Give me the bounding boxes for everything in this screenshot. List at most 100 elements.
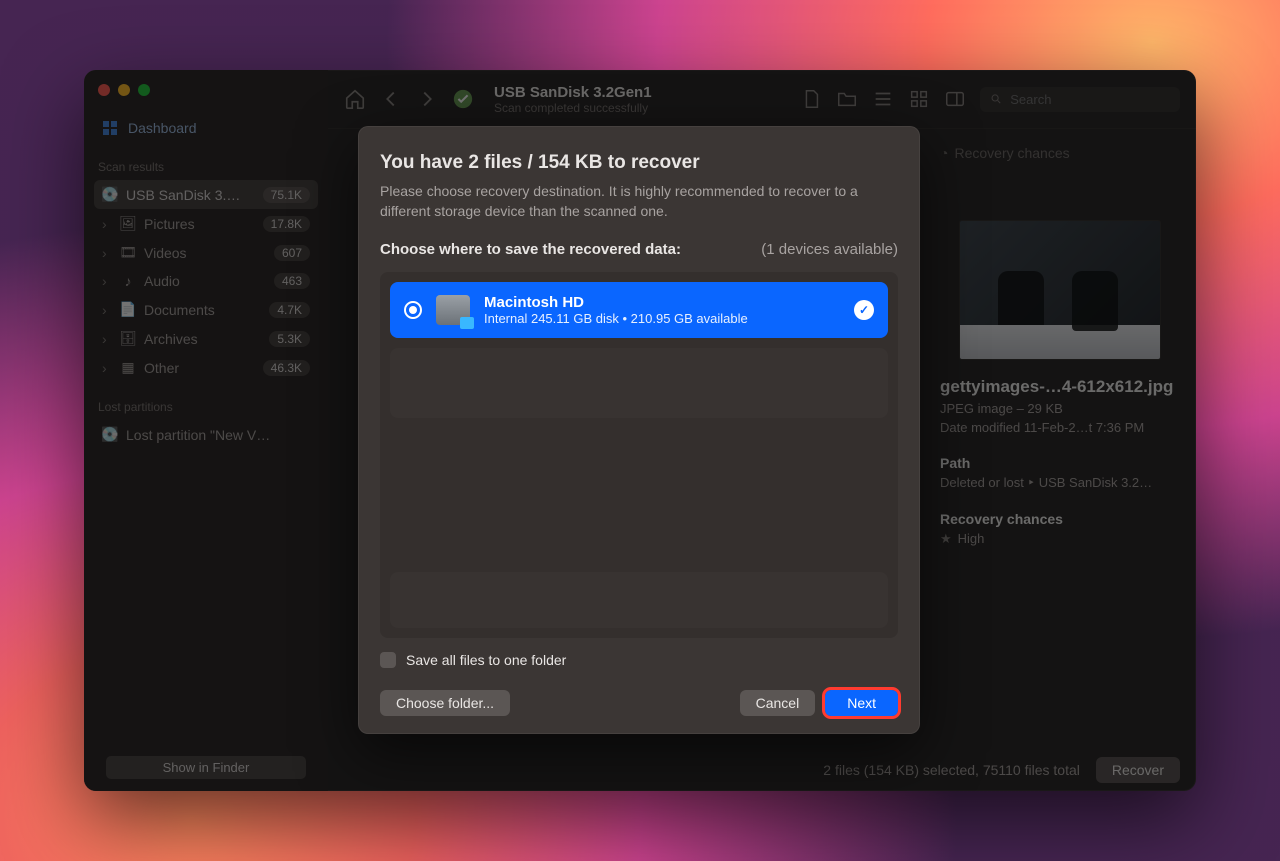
next-button[interactable]: Next xyxy=(825,690,898,716)
folder-icon[interactable] xyxy=(836,88,858,110)
inspector-meta2: Date modified 11-Feb-2…t 7:36 PM xyxy=(940,420,1180,435)
sidebar-item-pictures[interactable]: › 🖼 Pictures 17.8K xyxy=(94,209,318,238)
sidebar-item-label: USB SanDisk 3.… xyxy=(126,187,255,203)
sidebar-item-count: 5.3K xyxy=(269,331,310,347)
chevron-right-icon: › xyxy=(102,216,112,232)
gauge-icon: ◔ xyxy=(940,145,948,161)
sidebar-item-usb[interactable]: 💽 USB SanDisk 3.… 75.1K xyxy=(94,180,318,209)
chevron-right-icon: › xyxy=(102,331,112,347)
sidebar-item-label: Archives xyxy=(144,331,261,347)
choose-label: Choose where to save the recovered data: xyxy=(380,241,681,258)
status-bar: 2 files (154 KB) selected, 75110 files t… xyxy=(328,749,1196,791)
pictures-icon: 🖼 xyxy=(120,215,136,232)
zoom-window[interactable] xyxy=(138,84,150,96)
status-ok-icon xyxy=(452,88,474,110)
sidebar-item-archives[interactable]: › 🗄 Archives 5.3K xyxy=(94,324,318,353)
videos-icon: 🎞 xyxy=(120,244,136,261)
minimize-window[interactable] xyxy=(118,84,130,96)
nav-forward-icon[interactable] xyxy=(416,88,438,110)
sidebar-item-label: Pictures xyxy=(144,216,255,232)
chances-text: High xyxy=(958,531,985,546)
radio-selected[interactable] xyxy=(404,301,422,319)
audio-icon: ♪ xyxy=(120,273,136,289)
inspector-path-value: Deleted or lost ‣ USB SanDisk 3.2… xyxy=(940,475,1180,491)
tab-recovery-chances[interactable]: ◔ Recovery chances xyxy=(940,145,1070,161)
sidebar-item-count: 75.1K xyxy=(263,187,310,203)
nav-back-icon[interactable] xyxy=(380,88,402,110)
choose-folder-button[interactable]: Choose folder... xyxy=(380,690,510,716)
sidebar-item-videos[interactable]: › 🎞 Videos 607 xyxy=(94,238,318,267)
checkbox-label: Save all files to one folder xyxy=(406,652,566,668)
list-view-icon[interactable] xyxy=(872,88,894,110)
inspector-chances-value: ★ High xyxy=(940,531,1180,547)
sidebar-item-count: 463 xyxy=(274,273,310,289)
search-input[interactable] xyxy=(1008,91,1170,108)
sidebar-footer: Show in Finder xyxy=(94,756,318,779)
checkmark-icon: ✓ xyxy=(854,300,874,320)
grid-icon xyxy=(102,120,118,136)
sidebar-item-lost-partition[interactable]: 💽 Lost partition "New V… xyxy=(94,420,318,449)
sidebar-item-count: 4.7K xyxy=(269,302,310,318)
chevron-right-icon: › xyxy=(102,273,112,289)
toolbar-title-block: USB SanDisk 3.2Gen1 Scan completed succe… xyxy=(494,84,694,115)
drive-icon: 💽 xyxy=(102,186,118,203)
section-scan-results: Scan results xyxy=(98,160,314,174)
sidebar-item-audio[interactable]: › ♪ Audio 463 xyxy=(94,267,318,295)
close-window[interactable] xyxy=(98,84,110,96)
sidebar: Dashboard Scan results 💽 USB SanDisk 3.…… xyxy=(84,70,328,791)
star-icon: ★ xyxy=(940,531,952,546)
disk-icon xyxy=(436,295,470,325)
destination-macintosh-hd[interactable]: Macintosh HD Internal 245.11 GB disk • 2… xyxy=(390,282,888,338)
documents-icon: 📄 xyxy=(120,301,136,318)
cancel-button[interactable]: Cancel xyxy=(740,690,816,716)
dialog-subtitle: Please choose recovery destination. It i… xyxy=(380,182,898,221)
drive-icon: 💽 xyxy=(102,426,118,443)
destination-placeholder xyxy=(390,348,888,418)
sidebar-item-other[interactable]: › ▦ Other 46.3K xyxy=(94,353,318,382)
grid-view-icon[interactable] xyxy=(908,88,930,110)
chevron-right-icon: › xyxy=(102,302,112,318)
home-icon[interactable] xyxy=(344,88,366,110)
save-to-one-folder-checkbox[interactable]: Save all files to one folder xyxy=(380,652,898,668)
sidebar-item-label: Audio xyxy=(144,273,266,289)
checkbox-icon xyxy=(380,652,396,668)
destination-list: Macintosh HD Internal 245.11 GB disk • 2… xyxy=(380,272,898,638)
sidebar-dashboard[interactable]: Dashboard xyxy=(94,114,318,142)
sidebar-item-label: Other xyxy=(144,360,255,376)
toolbar-title: USB SanDisk 3.2Gen1 xyxy=(494,84,694,101)
dialog-title: You have 2 files / 154 KB to recover xyxy=(380,152,898,174)
dialog-buttons: Choose folder... Cancel Next xyxy=(380,690,898,716)
destination-name: Macintosh HD xyxy=(484,294,840,311)
toolbar-subtitle: Scan completed successfully xyxy=(494,101,694,115)
show-in-finder-button[interactable]: Show in Finder xyxy=(106,756,306,779)
sidebar-item-count: 46.3K xyxy=(263,360,310,376)
app-window: Dashboard Scan results 💽 USB SanDisk 3.…… xyxy=(84,70,1196,791)
sidebar-item-label: Videos xyxy=(144,245,266,261)
dashboard-label: Dashboard xyxy=(128,120,197,136)
inspector-filename: gettyimages-…4-612x612.jpg xyxy=(940,377,1180,397)
inspector-path-label: Path xyxy=(940,455,1180,471)
new-doc-icon[interactable] xyxy=(800,88,822,110)
toolbar: USB SanDisk 3.2Gen1 Scan completed succe… xyxy=(328,70,1196,129)
section-lost-partitions: Lost partitions xyxy=(98,400,314,414)
search-field[interactable] xyxy=(980,87,1180,112)
inspector-chances-label: Recovery chances xyxy=(940,511,1180,527)
sidebar-item-documents[interactable]: › 📄 Documents 4.7K xyxy=(94,295,318,324)
tab-label: Recovery chances xyxy=(954,145,1069,161)
chevron-right-icon: › xyxy=(102,360,112,376)
other-icon: ▦ xyxy=(120,359,136,376)
search-icon xyxy=(990,92,1002,106)
sidebar-toggle-icon[interactable] xyxy=(944,88,966,110)
status-summary: 2 files (154 KB) selected, 75110 files t… xyxy=(823,762,1080,778)
chevron-right-icon: › xyxy=(102,245,112,261)
inspector-meta1: JPEG image – 29 KB xyxy=(940,401,1180,416)
file-thumbnail xyxy=(960,221,1160,359)
inspector-panel: ◔ Recovery chances gettyimages-…4-612x61… xyxy=(924,129,1196,791)
archives-icon: 🗄 xyxy=(120,330,136,347)
recovery-destination-dialog: You have 2 files / 154 KB to recover Ple… xyxy=(358,126,920,734)
sidebar-item-count: 607 xyxy=(274,245,310,261)
destination-placeholder xyxy=(390,572,888,628)
sidebar-item-label: Lost partition "New V… xyxy=(126,427,310,443)
sidebar-item-label: Documents xyxy=(144,302,261,318)
recover-button[interactable]: Recover xyxy=(1096,757,1180,783)
